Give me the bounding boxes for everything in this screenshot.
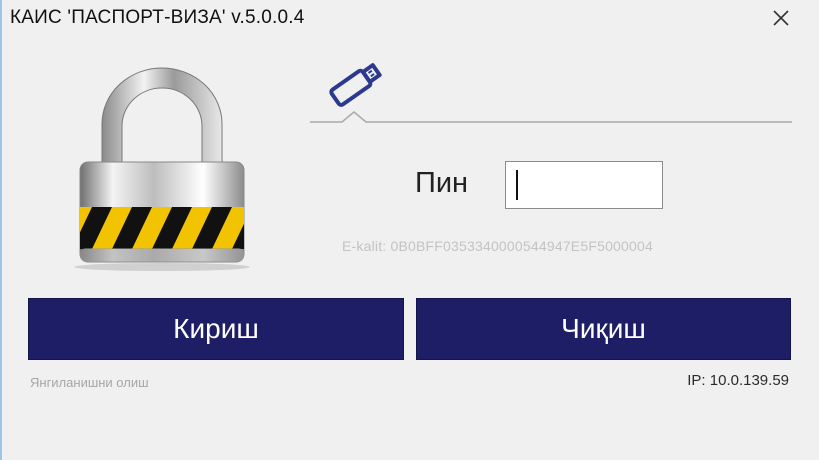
usb-stick-icon bbox=[329, 63, 382, 107]
window-title: КАИС 'ПАСПОРТ-ВИЗА' v.5.0.0.4 bbox=[10, 7, 305, 28]
text-caret bbox=[516, 170, 518, 200]
title-bar: КАИС 'ПАСПОРТ-ВИЗА' v.5.0.0.4 bbox=[2, 0, 819, 36]
usb-key-tab[interactable] bbox=[320, 55, 392, 111]
login-window: КАИС 'ПАСПОРТ-ВИЗА' v.5.0.0.4 Пин E-kali… bbox=[0, 0, 819, 460]
enter-button[interactable]: Кириш bbox=[28, 298, 404, 360]
pin-input[interactable] bbox=[505, 161, 663, 209]
update-link[interactable]: Янгиланишни олиш bbox=[30, 375, 149, 390]
ip-address-label: IP: 10.0.139.59 bbox=[687, 372, 789, 389]
close-button[interactable] bbox=[765, 2, 797, 34]
tab-divider bbox=[310, 111, 792, 123]
close-icon bbox=[773, 10, 789, 26]
exit-button[interactable]: Чиқиш bbox=[416, 298, 791, 360]
padlock-icon bbox=[74, 67, 250, 271]
e-kalit-label: E-kalit: 0B0BFF0353340000544947E5F500000… bbox=[342, 238, 653, 254]
pin-label: Пин bbox=[415, 167, 469, 199]
